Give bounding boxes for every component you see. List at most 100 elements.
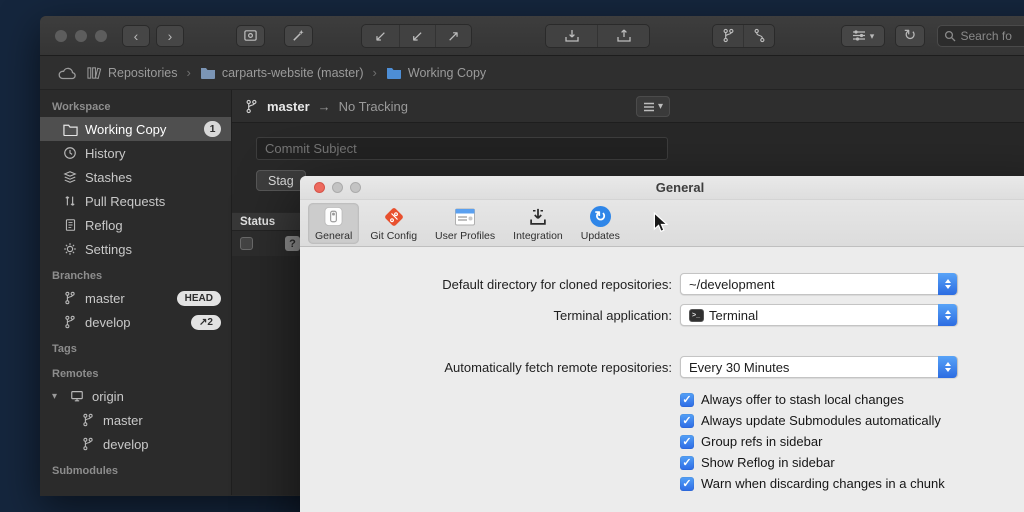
branch-button[interactable] [713, 25, 743, 47]
terminal-icon: >_ [689, 309, 704, 322]
tab-integration[interactable]: Integration [506, 203, 570, 244]
breadcrumb-working-copy-label: Working Copy [408, 66, 486, 80]
refresh-button[interactable]: ↻ [895, 25, 924, 47]
checkbox-label: Always update Submodules automatically [701, 413, 941, 428]
sidebar-item-remote-develop[interactable]: develop [40, 432, 231, 456]
dialog-body: Default directory for cloned repositorie… [300, 247, 1024, 494]
breadcrumb-repositories[interactable]: Repositories [87, 66, 177, 80]
folder-icon [200, 66, 216, 79]
merge-button[interactable] [743, 25, 774, 47]
sidebar-item-label: origin [92, 389, 124, 404]
toolbar-search[interactable] [937, 25, 1024, 47]
show-reflog-checkbox[interactable]: ✓ [680, 456, 694, 470]
tracking-label: No Tracking [339, 99, 408, 114]
box-up-icon [616, 28, 632, 44]
tab-git-config[interactable]: Git Config [363, 203, 424, 244]
clock-icon [62, 145, 78, 161]
terminal-app-popup[interactable]: >_ Terminal [680, 304, 958, 326]
disclosure-triangle-icon[interactable]: ▾ [52, 391, 62, 402]
sidebar-item-branch-develop[interactable]: develop ↗2 [40, 310, 231, 334]
popup-stepper-icon [938, 356, 957, 378]
breadcrumb-separator-icon: › [186, 65, 190, 80]
default-directory-label: Default directory for cloned repositorie… [300, 277, 672, 292]
back-button[interactable]: ‹ [122, 25, 150, 47]
view-filter-button[interactable]: ▾ [841, 25, 885, 47]
breadcrumb-working-copy[interactable]: Working Copy [386, 66, 486, 80]
sidebar-item-label: develop [103, 437, 149, 452]
mouse-cursor-icon [653, 212, 669, 234]
popup-stepper-icon [938, 273, 957, 295]
dialog-close-button[interactable] [314, 182, 325, 193]
sidebar-section-submodules: Submodules [40, 456, 231, 481]
tab-label: User Profiles [435, 230, 495, 242]
current-branch-label: master [267, 99, 310, 114]
forward-button[interactable]: › [156, 25, 184, 47]
breadcrumb-repo-label: carparts-website (master) [222, 66, 364, 80]
branch-tool-icon [721, 28, 736, 43]
fetch-button[interactable]: ↙ [399, 25, 435, 47]
updates-icon: ↻ [589, 205, 612, 228]
sidebar: Workspace Working Copy 1 History [40, 90, 232, 495]
tab-user-profiles[interactable]: User Profiles [428, 203, 502, 244]
cloud-icon[interactable] [58, 66, 78, 80]
forward-icon: › [168, 26, 173, 46]
sidebar-item-branch-master[interactable]: master HEAD [40, 286, 231, 310]
pop-stash-button[interactable] [597, 25, 648, 47]
push-button[interactable]: ↗ [435, 25, 471, 47]
sidebar-item-remote-master[interactable]: master [40, 408, 231, 432]
sidebar-item-label: Settings [85, 242, 132, 257]
window-titlebar: ‹ › ↙ ↙ ↗ [40, 16, 1024, 56]
sidebar-item-reflog[interactable]: Reflog [40, 213, 231, 237]
checkbox-row-stash: ✓ Always offer to stash local changes [680, 389, 1024, 410]
group-refs-checkbox[interactable]: ✓ [680, 435, 694, 449]
stage-button[interactable]: Stag [256, 170, 306, 191]
warn-discard-checkbox[interactable]: ✓ [680, 477, 694, 491]
branch-icon [80, 412, 96, 428]
discard-button[interactable] [284, 25, 313, 47]
branch-icon [80, 436, 96, 452]
dialog-zoom-button[interactable] [350, 182, 361, 193]
sidebar-item-working-copy[interactable]: Working Copy 1 [40, 117, 231, 141]
popup-stepper-icon [938, 304, 957, 326]
breadcrumb-separator-icon: › [373, 65, 377, 80]
status-header-label: Status [240, 216, 275, 228]
pull-button[interactable]: ↙ [362, 25, 398, 47]
sidebar-section-workspace: Workspace [40, 92, 231, 117]
nav-buttons: ‹ › [122, 25, 184, 47]
close-button[interactable] [55, 30, 67, 42]
pull-request-icon [62, 193, 78, 209]
sidebar-item-settings[interactable]: Settings [40, 237, 231, 261]
update-submodules-checkbox[interactable]: ✓ [680, 414, 694, 428]
tab-updates[interactable]: ↻ Updates [574, 203, 627, 244]
journal-icon [62, 217, 78, 233]
auto-fetch-value: Every 30 Minutes [681, 360, 789, 375]
stage-file-checkbox[interactable] [240, 237, 253, 250]
view-options-button[interactable]: ▾ [636, 96, 670, 117]
branch-group [712, 24, 775, 48]
minimize-button[interactable] [75, 30, 87, 42]
commit-button[interactable] [236, 25, 265, 47]
sidebar-item-pull-requests[interactable]: Pull Requests [40, 189, 231, 213]
tab-general[interactable]: General [308, 203, 359, 244]
refresh-icon: ↻ [904, 26, 917, 46]
breadcrumb-repo[interactable]: carparts-website (master) [200, 66, 364, 80]
auto-fetch-popup[interactable]: Every 30 Minutes [680, 356, 958, 378]
stash-local-changes-checkbox[interactable]: ✓ [680, 393, 694, 407]
auto-fetch-row: Automatically fetch remote repositories:… [300, 356, 1024, 378]
sidebar-item-remote-origin[interactable]: ▾ origin [40, 384, 231, 408]
ahead-badge: ↗2 [191, 315, 221, 330]
stash-button[interactable] [546, 25, 597, 47]
sidebar-item-history[interactable]: History [40, 141, 231, 165]
folder-blue-icon [386, 66, 402, 79]
commit-subject-input[interactable] [256, 137, 668, 160]
tab-label: Integration [513, 230, 563, 242]
dialog-titlebar: General [300, 176, 1024, 200]
default-directory-popup[interactable]: ~/development [680, 273, 958, 295]
zoom-button[interactable] [95, 30, 107, 42]
search-input[interactable] [961, 29, 1024, 43]
branch-icon [62, 314, 78, 330]
working-copy-badge: 1 [204, 121, 221, 137]
dialog-minimize-button[interactable] [332, 182, 343, 193]
wand-icon [291, 28, 306, 43]
sidebar-item-stashes[interactable]: Stashes [40, 165, 231, 189]
